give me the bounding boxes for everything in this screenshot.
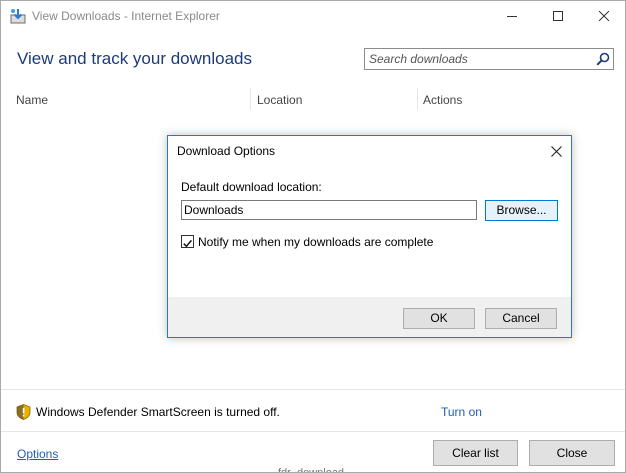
- close-button[interactable]: Close: [529, 440, 615, 466]
- close-icon: [550, 145, 562, 157]
- column-header-location[interactable]: Location: [257, 93, 302, 107]
- shield-warning-icon: [16, 404, 31, 420]
- divider: [1, 389, 625, 390]
- notify-checkbox-label[interactable]: Notify me when my downloads are complete: [198, 235, 433, 249]
- title-bar: View Downloads - Internet Explorer: [1, 1, 625, 31]
- column-separator: [417, 88, 418, 110]
- search-box[interactable]: [364, 48, 614, 70]
- cancel-button[interactable]: Cancel: [485, 308, 557, 329]
- column-header-actions[interactable]: Actions: [423, 93, 462, 107]
- page-title: View and track your downloads: [17, 49, 252, 68]
- close-icon: [599, 11, 609, 21]
- downloads-app-icon: [10, 9, 26, 24]
- minimize-icon: [507, 16, 517, 17]
- options-link[interactable]: Options: [17, 447, 58, 461]
- column-header-name[interactable]: Name: [16, 93, 48, 107]
- turn-on-link[interactable]: Turn on: [441, 405, 482, 419]
- column-separator: [250, 88, 251, 110]
- notify-checkbox[interactable]: [181, 235, 194, 248]
- download-options-dialog: Download Options Default download locati…: [167, 135, 572, 338]
- search-icon[interactable]: [596, 52, 610, 66]
- dialog-close-button[interactable]: [547, 142, 565, 160]
- minimize-button[interactable]: [489, 1, 535, 31]
- downloads-window: View Downloads - Internet Explorer View …: [0, 0, 626, 473]
- browse-button[interactable]: Browse...: [485, 200, 558, 221]
- dialog-title: Download Options: [177, 144, 276, 158]
- checkmark-icon: [183, 239, 192, 248]
- download-location-input[interactable]: [181, 200, 477, 220]
- search-input[interactable]: [365, 49, 591, 69]
- window-title: View Downloads - Internet Explorer: [32, 9, 220, 23]
- ok-button[interactable]: OK: [403, 308, 475, 329]
- maximize-icon: [553, 11, 563, 21]
- smartscreen-message: Windows Defender SmartScreen is turned o…: [36, 405, 280, 419]
- clear-list-button[interactable]: Clear list: [433, 440, 518, 466]
- divider: [1, 431, 625, 432]
- partial-text: fdr_download: [278, 467, 345, 473]
- window-close-button[interactable]: [581, 1, 625, 31]
- maximize-button[interactable]: [535, 1, 581, 31]
- download-location-label: Default download location:: [181, 180, 322, 194]
